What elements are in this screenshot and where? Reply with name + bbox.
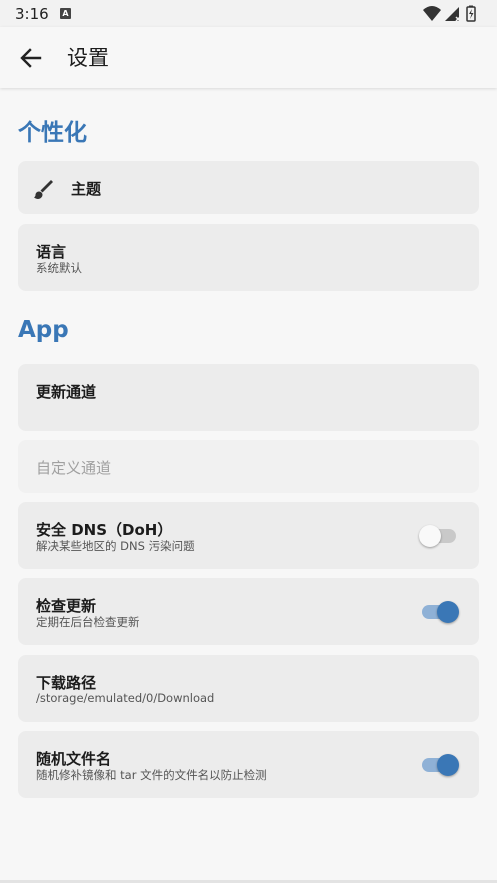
secure-dns-setting[interactable]: 安全 DNS（DoH） 解决某些地区的 DNS 污染问题 [18,502,479,569]
secure-dns-label: 安全 DNS（DoH） [36,521,173,539]
secure-dns-toggle[interactable] [419,518,459,554]
download-path-label: 下载路径 [36,674,97,692]
language-setting[interactable]: 语言 系统默认 [18,224,479,291]
update-channel-label: 更新通道 [36,383,97,401]
random-filename-setting[interactable]: 随机文件名 随机修补镜像和 tar 文件的文件名以防止检测 [18,731,479,798]
status-icons [423,5,476,22]
wifi-icon [423,6,441,21]
custom-channel-setting: 自定义通道 [18,440,479,493]
toggle-thumb [437,601,459,623]
language-value: 系统默认 [36,261,82,275]
check-updates-toggle[interactable] [421,594,459,630]
check-updates-setting[interactable]: 检查更新 定期在后台检查更新 [18,578,479,645]
battery-icon [466,5,476,22]
check-updates-label: 检查更新 [36,597,97,615]
status-time: 3:16 [15,5,49,23]
section-title-personalization: 个性化 [18,120,87,146]
theme-setting[interactable]: 主题 [18,161,479,214]
app-bar: 设置 [0,27,497,88]
secure-dns-description: 解决某些地区的 DNS 污染问题 [36,539,195,553]
custom-channel-label: 自定义通道 [36,459,112,477]
toggle-thumb [437,754,459,776]
random-filename-label: 随机文件名 [36,750,112,768]
download-path-setting[interactable]: 下载路径 /storage/emulated/0/Download [18,655,479,722]
random-filename-toggle[interactable] [421,747,459,783]
notification-icon: A [60,8,71,19]
back-arrow-icon[interactable] [18,45,44,71]
signal-icon [445,7,461,22]
brush-icon [34,180,53,199]
theme-label: 主题 [71,180,102,198]
update-channel-setting[interactable]: 更新通道 [18,364,479,431]
page-title: 设置 [67,46,109,70]
download-path-value: /storage/emulated/0/Download [36,691,215,705]
language-label: 语言 [36,243,67,261]
status-bar: 3:16 A [0,0,497,27]
section-title-app: App [18,317,69,343]
toggle-thumb [419,525,441,547]
check-updates-description: 定期在后台检查更新 [36,615,140,629]
random-filename-description: 随机修补镜像和 tar 文件的文件名以防止检测 [36,768,267,782]
